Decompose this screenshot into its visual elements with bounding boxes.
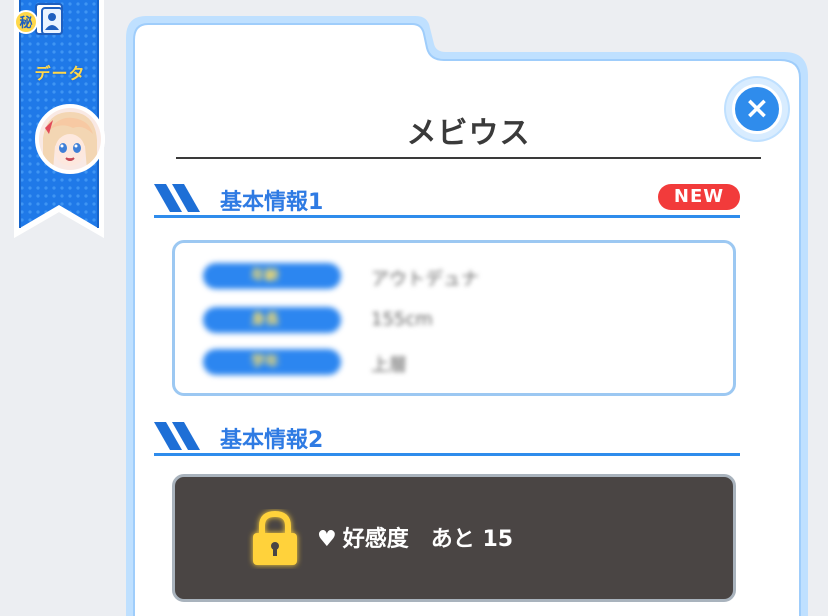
section-label: 基本情報2 bbox=[220, 428, 324, 453]
section-header-basic-info-1: 基本情報1 NEW bbox=[154, 182, 740, 218]
heart-icon: ♥ bbox=[317, 527, 337, 552]
section-label: 基本情報1 bbox=[220, 190, 324, 215]
section-underline bbox=[154, 453, 740, 456]
basic-info-1-card: 年齢 アウトデュナ 身長 155cm 学年 上層 bbox=[172, 240, 736, 396]
info-key: 年齢 bbox=[251, 268, 279, 284]
section-underline bbox=[154, 215, 740, 218]
info-key: 身長 bbox=[251, 312, 279, 328]
profile-data-ribbon[interactable]: 秘 データ bbox=[10, 0, 108, 242]
basic-info-2-locked-card[interactable]: ♥ 好感度 あと 15 bbox=[172, 474, 736, 602]
character-avatar[interactable] bbox=[35, 104, 105, 174]
title-divider bbox=[176, 157, 761, 159]
section-stripes-icon bbox=[154, 184, 200, 212]
info-value: 155cm bbox=[371, 309, 433, 330]
info-key: 学年 bbox=[251, 354, 279, 370]
info-row: 年齢 アウトデュナ bbox=[203, 259, 723, 293]
remaining-count: 15 bbox=[482, 527, 514, 552]
character-name-title: メビウス bbox=[406, 116, 531, 151]
affection-requirement-text: ♥ 好感度 あと 15 bbox=[317, 521, 513, 553]
profile-panel: × メビウス 基本情報1 NEW 年齢 アウトデュナ 身長 155cm 学年 上… bbox=[124, 16, 810, 616]
info-value: アウトデュナ bbox=[371, 269, 479, 290]
character-profile-screen: 秘 データ × メビウス 基本情報1 NEW 年齢 アウトデュナ 身長 155c… bbox=[0, 0, 828, 616]
info-value: 上層 bbox=[371, 355, 407, 376]
info-row: 身長 155cm bbox=[203, 303, 723, 337]
info-key-pill: 身長 bbox=[203, 307, 341, 333]
section-header-basic-info-2: 基本情報2 bbox=[154, 420, 740, 456]
affection-label: 好感度 bbox=[342, 527, 409, 552]
secret-data-icon: 秘 bbox=[14, 3, 63, 35]
remaining-prefix: あと bbox=[430, 527, 475, 552]
svg-text:秘: 秘 bbox=[19, 15, 32, 31]
data-label: データ bbox=[34, 64, 86, 83]
section-stripes-icon bbox=[154, 422, 200, 450]
info-key-pill: 学年 bbox=[203, 349, 341, 375]
info-key-pill: 年齢 bbox=[203, 263, 341, 289]
character-face-icon bbox=[39, 108, 101, 170]
new-badge: NEW bbox=[658, 184, 740, 210]
padlock-icon bbox=[253, 510, 297, 565]
info-row: 学年 上層 bbox=[203, 345, 723, 379]
